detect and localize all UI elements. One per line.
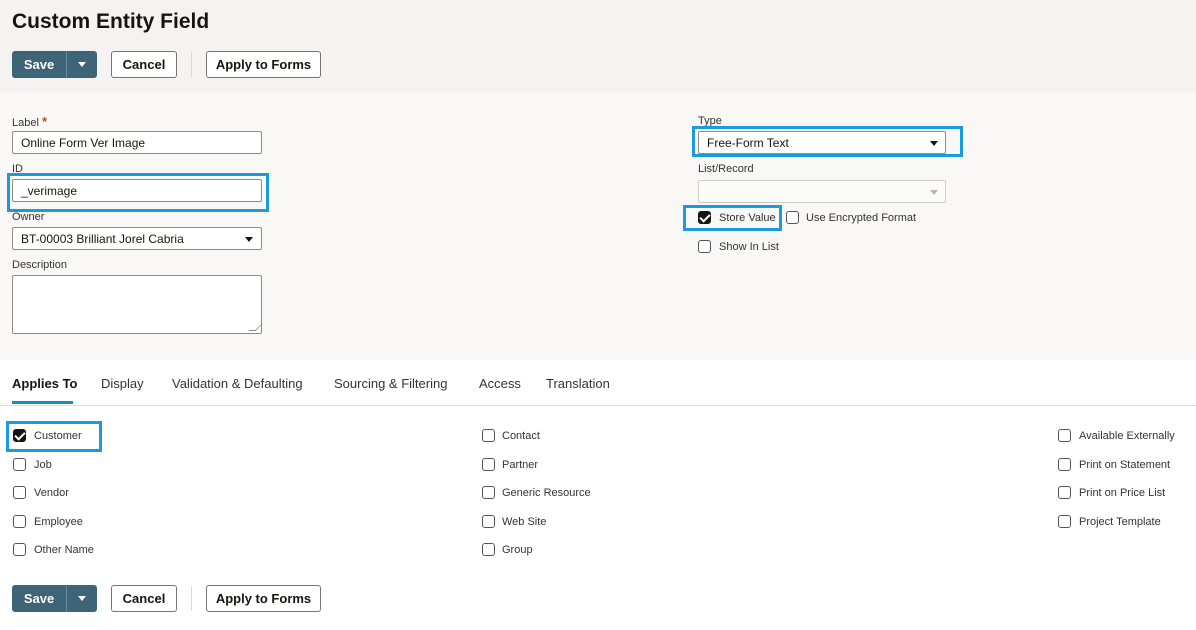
tab-display[interactable]: Display (101, 376, 144, 391)
cancel-button-bottom[interactable]: Cancel (111, 585, 177, 612)
owner-field-caption: Owner (12, 211, 45, 223)
job-checkbox[interactable] (13, 458, 26, 471)
generic-resource-label: Generic Resource (502, 487, 591, 499)
web-site-checkbox[interactable] (482, 515, 495, 528)
required-marker: * (41, 114, 48, 129)
store-value-highlight (683, 205, 782, 231)
chevron-down-icon (78, 596, 86, 601)
other-name-checkbox[interactable] (13, 543, 26, 556)
other-name-label: Other Name (34, 544, 94, 556)
use-encrypted-checkbox[interactable] (786, 211, 799, 224)
tab-divider (0, 405, 1196, 406)
list-record-field-caption: List/Record (698, 163, 754, 175)
save-button-bottom[interactable]: Save (12, 585, 66, 612)
generic-resource-checkbox[interactable] (482, 486, 495, 499)
employee-label: Employee (34, 516, 83, 528)
cancel-button[interactable]: Cancel (111, 51, 177, 78)
description-field-caption: Description (12, 259, 68, 271)
type-highlight (692, 126, 963, 157)
web-site-label: Web Site (502, 516, 547, 528)
tab-applies-to[interactable]: Applies To (12, 376, 77, 391)
list-record-select[interactable] (698, 180, 946, 203)
save-button[interactable]: Save (12, 51, 66, 78)
page-title: Custom Entity Field (12, 10, 210, 33)
apply-to-forms-button-bottom[interactable]: Apply to Forms (206, 585, 321, 612)
toolbar-divider (191, 586, 192, 611)
partner-label: Partner (502, 459, 539, 471)
available-externally-label: Available Externally (1079, 430, 1175, 442)
toolbar-divider (191, 52, 192, 77)
owner-select[interactable]: BT-00003 Brilliant Jorel Cabria (12, 227, 262, 250)
contact-checkbox[interactable] (482, 429, 495, 442)
label-input[interactable]: Online Form Ver Image (12, 131, 262, 154)
job-label: Job (34, 459, 52, 471)
description-textarea[interactable] (12, 275, 263, 334)
owner-select-value: BT-00003 Brilliant Jorel Cabria (21, 232, 184, 246)
apply-to-forms-button[interactable]: Apply to Forms (206, 51, 321, 78)
tab-sourcing-filtering[interactable]: Sourcing & Filtering (334, 376, 447, 391)
chevron-down-icon (245, 237, 253, 242)
print-on-statement-checkbox[interactable] (1058, 458, 1071, 471)
use-encrypted-label: Use Encrypted Format (806, 212, 917, 224)
print-on-price-list-checkbox[interactable] (1058, 486, 1071, 499)
partner-checkbox[interactable] (482, 458, 495, 471)
print-on-price-list-label: Print on Price List (1079, 487, 1166, 499)
tab-validation-defaulting[interactable]: Validation & Defaulting (172, 376, 303, 391)
vendor-label: Vendor (34, 487, 69, 499)
resize-handle-icon[interactable] (248, 324, 263, 331)
tab-access[interactable]: Access (479, 376, 521, 391)
save-split-button: Save (12, 51, 97, 78)
save-split-button-bottom: Save (12, 585, 97, 612)
show-in-list-checkbox[interactable] (698, 240, 711, 253)
group-checkbox[interactable] (482, 543, 495, 556)
project-template-label: Project Template (1079, 516, 1161, 528)
print-on-statement-label: Print on Statement (1079, 459, 1171, 471)
top-button-bar: Save Cancel Apply to Forms (12, 51, 321, 78)
id-highlight (7, 173, 269, 212)
save-menu-button[interactable] (66, 51, 97, 78)
show-in-list-label: Show In List (719, 241, 779, 253)
bottom-button-bar: Save Cancel Apply to Forms (12, 585, 321, 612)
available-externally-checkbox[interactable] (1058, 429, 1071, 442)
chevron-down-icon (78, 62, 86, 67)
vendor-checkbox[interactable] (13, 486, 26, 499)
save-menu-button-bottom[interactable] (66, 585, 97, 612)
chevron-down-icon (930, 190, 938, 195)
label-field-caption: Label * (12, 114, 48, 129)
active-tab-indicator (12, 401, 73, 404)
group-label: Group (502, 544, 533, 556)
tab-translation[interactable]: Translation (546, 376, 610, 391)
contact-label: Contact (502, 430, 540, 442)
customer-highlight (6, 421, 102, 452)
project-template-checkbox[interactable] (1058, 515, 1071, 528)
employee-checkbox[interactable] (13, 515, 26, 528)
